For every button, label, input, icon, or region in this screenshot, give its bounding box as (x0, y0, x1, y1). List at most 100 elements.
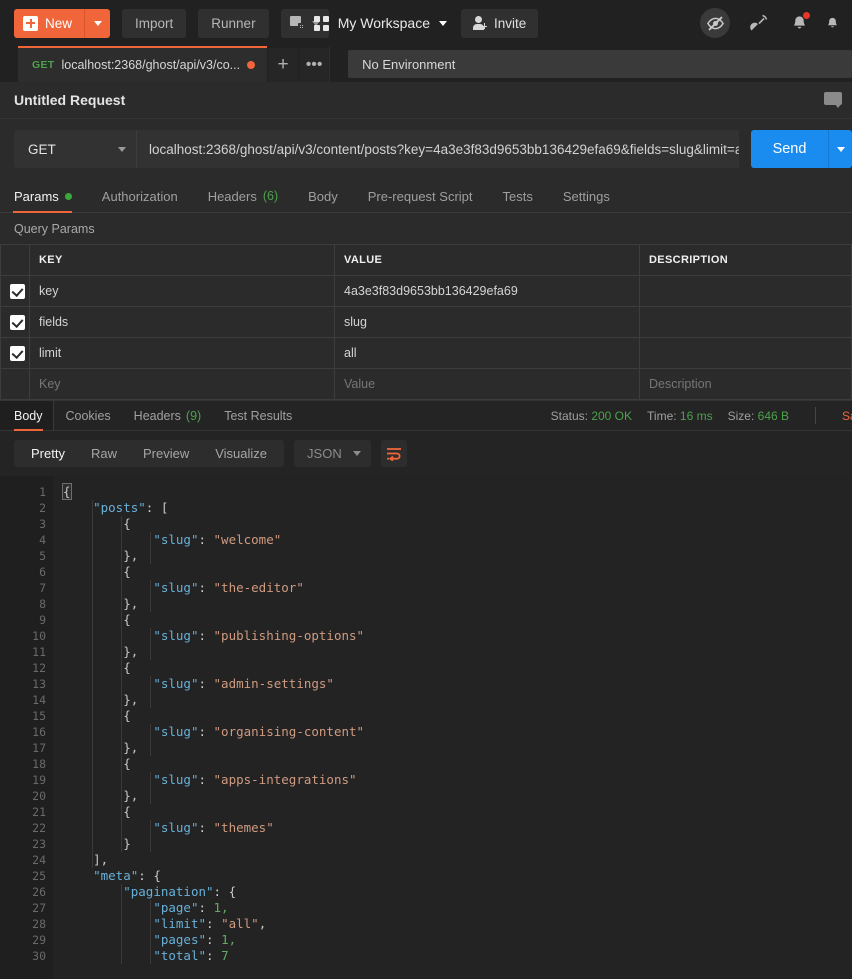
workspace-selector[interactable]: My Workspace (313, 15, 448, 31)
code-token: } (123, 836, 131, 851)
response-language-selector[interactable]: JSON (294, 440, 371, 467)
word-wrap-icon (386, 447, 401, 461)
row-description[interactable] (639, 306, 852, 338)
row-value[interactable]: slug (334, 306, 640, 338)
request-tab[interactable]: GET localhost:2368/ghost/api/v3/co... (18, 46, 268, 82)
code-token: : (198, 580, 214, 595)
environment-selector[interactable]: No Environment (348, 50, 852, 78)
line-number: 30 (32, 949, 46, 963)
line-number: 2 (39, 501, 46, 515)
response-view-modes: Pretty Raw Preview Visualize (14, 440, 285, 467)
tab-options-button[interactable]: ••• (298, 48, 330, 82)
tab-params[interactable]: Params (13, 180, 88, 213)
runner-button[interactable]: Runner (198, 8, 269, 38)
comment-icon[interactable] (824, 92, 842, 108)
new-collection-icon (289, 16, 305, 30)
code-token: { (123, 660, 131, 675)
table-header-row: KEY VALUE DESCRIPTION (0, 244, 852, 276)
tab-strip-left: GET localhost:2368/ghost/api/v3/co... + … (0, 46, 331, 82)
code-line: "meta": { (53, 868, 852, 884)
line-number: 22 (32, 821, 46, 835)
new-button-dropdown[interactable] (85, 9, 110, 38)
view-mode-preview[interactable]: Preview (130, 440, 202, 467)
row-description[interactable] (639, 337, 852, 369)
request-name[interactable]: Untitled Request (14, 92, 125, 108)
line-number: 16 (32, 725, 46, 739)
tab-headers[interactable]: Headers (6) (208, 180, 294, 212)
url-input[interactable]: localhost:2368/ghost/api/v3/content/post… (136, 130, 739, 168)
bell-icon[interactable] (828, 12, 840, 34)
row-enabled-checkbox[interactable] (0, 337, 30, 369)
status-label: Status: (550, 408, 588, 423)
row-key[interactable]: limit (29, 337, 335, 369)
tab-pre-request-script[interactable]: Pre-request Script (368, 180, 489, 212)
divider (815, 407, 816, 424)
new-row-value-input[interactable]: Value (334, 368, 640, 400)
code-line: }, (53, 788, 852, 804)
response-body-code[interactable]: { "posts": [ { "slug": "welcome" }, { "s… (53, 476, 852, 979)
line-number: 12 (32, 661, 46, 675)
code-line: "slug": "admin-settings" (53, 676, 852, 692)
row-value[interactable]: all (334, 337, 640, 369)
bell-alert-icon[interactable] (788, 11, 811, 34)
response-tab-body[interactable]: Body (14, 401, 43, 431)
top-toolbar: New Import Runner My Workspace Invite (0, 0, 852, 46)
tab-settings[interactable]: Settings (563, 180, 626, 212)
response-tab-cookies[interactable]: Cookies (66, 401, 111, 430)
line-number: 18 (32, 757, 46, 771)
line-number: 21 (32, 805, 46, 819)
row-key[interactable]: key (29, 275, 335, 307)
import-button[interactable]: Import (122, 8, 187, 38)
tab-params-label: Params (14, 188, 59, 204)
response-tab-test-results[interactable]: Test Results (224, 401, 292, 430)
code-token: 7 (221, 948, 229, 963)
send-options-button[interactable] (828, 130, 852, 168)
tab-authorization[interactable]: Authorization (102, 180, 194, 212)
code-line: "slug": "themes" (53, 820, 852, 836)
row-enabled-checkbox[interactable] (0, 306, 30, 338)
new-button-group[interactable]: New (14, 8, 111, 38)
send-button[interactable]: Send (751, 130, 828, 168)
status-value: 200 OK (591, 408, 633, 423)
invite-button[interactable]: Invite (461, 8, 539, 38)
new-tab-button[interactable]: + (267, 48, 299, 82)
new-button-label: New (45, 15, 73, 31)
response-body-viewer[interactable]: 1 2 3 4 5 6 7 8 9 10 11 12 13 14 15 16 17 18 19 20 21 22 23 24 2… (0, 476, 852, 979)
save-response-button[interactable]: Save Response (842, 409, 852, 423)
alert-badge (802, 11, 811, 20)
row-value[interactable]: 4a3e3f83d9653bb136429efa69 (334, 275, 640, 307)
code-token: "slug" (153, 724, 199, 739)
code-token: "the-editor" (213, 580, 304, 595)
line-number: 23 (32, 837, 46, 851)
tab-tests[interactable]: Tests (503, 180, 549, 212)
new-row-checkbox-placeholder (0, 368, 30, 400)
code-token: "slug" (153, 676, 199, 691)
code-token: : (198, 724, 214, 739)
line-number-gutter: 1 2 3 4 5 6 7 8 9 10 11 12 13 14 15 16 17 18 19 20 21 22 23 24 2… (0, 476, 53, 979)
row-enabled-checkbox[interactable] (0, 275, 30, 307)
row-key[interactable]: fields (29, 306, 335, 338)
new-row-description-input[interactable]: Description (639, 368, 852, 400)
size-value: 646 B (757, 408, 789, 423)
new-button[interactable]: New (14, 8, 86, 38)
method-selector[interactable]: GET (14, 130, 136, 168)
view-mode-raw[interactable]: Raw (78, 440, 130, 467)
code-line: { (53, 564, 852, 580)
code-token: { (123, 708, 131, 723)
new-row-key-input[interactable]: Key (29, 368, 335, 400)
line-number: 19 (32, 773, 46, 787)
response-tab-body-label: Body (14, 408, 43, 423)
row-description[interactable] (639, 275, 852, 307)
tab-strip: GET localhost:2368/ghost/api/v3/co... + … (0, 46, 852, 82)
code-line: }, (53, 692, 852, 708)
tab-body[interactable]: Body (308, 180, 354, 212)
response-tab-headers[interactable]: Headers (9) (134, 401, 202, 430)
tab-headers-count: (6) (262, 189, 279, 203)
params-present-icon (64, 192, 72, 200)
eye-off-icon[interactable] (700, 8, 730, 38)
satellite-dish-icon[interactable] (748, 12, 770, 34)
word-wrap-button[interactable] (380, 440, 407, 467)
code-token: { (123, 612, 131, 627)
view-mode-pretty[interactable]: Pretty (18, 440, 78, 467)
view-mode-visualize[interactable]: Visualize (202, 440, 280, 467)
